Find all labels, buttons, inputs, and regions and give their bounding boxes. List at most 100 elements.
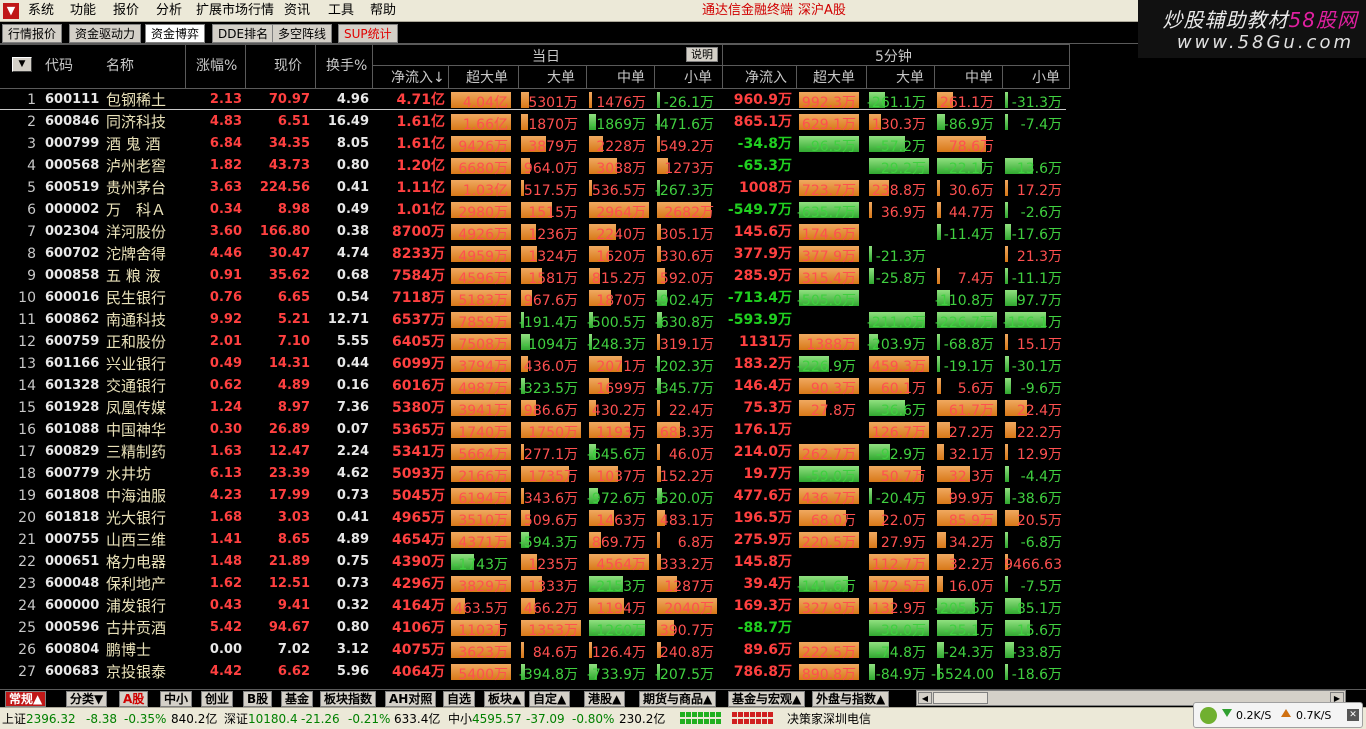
- net-inflow: 6016万: [392, 378, 445, 394]
- bottom-tab[interactable]: 自定▲: [529, 691, 571, 707]
- header-m-order[interactable]: 中单: [617, 67, 645, 87]
- column-menu-button[interactable]: ▼: [12, 57, 32, 72]
- scroll-left-icon[interactable]: ◀: [918, 692, 932, 704]
- outflow-bar: [869, 664, 875, 680]
- app-logo-icon[interactable]: ▼: [3, 3, 19, 19]
- header-l-order[interactable]: 大单: [547, 67, 575, 87]
- header-m-order-5m[interactable]: 中单: [965, 67, 993, 87]
- table-row[interactable]: 12 600759 正和股份 2.01 7.10 5.55 6405万 1131万 7508万 -…: [0, 331, 1070, 353]
- bottom-tab[interactable]: 板块▲: [484, 691, 526, 707]
- bottom-tab[interactable]: 板块指数: [320, 691, 377, 707]
- table-row[interactable]: 18 600779 水井坊 6.13 23.39 4.62 5093万 19.7万 2166万 1…: [0, 463, 1070, 485]
- bottom-tab[interactable]: 基金: [281, 691, 314, 707]
- bottom-tab[interactable]: 自选: [443, 691, 476, 707]
- flow-cell: -17.6万: [1005, 224, 1065, 243]
- flow-cell: 9426万: [451, 136, 511, 155]
- price: 6.65: [277, 290, 310, 305]
- bottom-tab[interactable]: 中小: [160, 691, 193, 707]
- header-s-order[interactable]: 小单: [684, 67, 712, 87]
- table-row[interactable]: 13 601166 兴业银行 0.49 14.31 0.44 6099万 183.2万 3794…: [0, 353, 1070, 375]
- table-row[interactable]: 21 000755 山西三维 1.41 8.65 4.89 4654万 275.9万 4371万…: [0, 529, 1070, 551]
- flow-cell: -902.4万: [655, 290, 717, 309]
- table-row[interactable]: 19 601808 中海油服 4.23 17.99 0.73 5045万 477.6万 6194…: [0, 485, 1070, 507]
- menu-tools[interactable]: 工具: [328, 0, 354, 22]
- table-row[interactable]: 20 601818 光大银行 1.68 3.03 0.41 4965万 196.5万 3510万…: [0, 507, 1070, 529]
- flow-cell: 964.0万: [521, 158, 581, 177]
- table-row[interactable]: 16 601088 中国神华 0.30 26.89 0.07 5365万 176.1万 1740…: [0, 419, 1070, 441]
- menu-function[interactable]: 功能: [70, 0, 96, 22]
- menu-extended-market[interactable]: 扩展市场行情: [196, 0, 274, 22]
- bottom-tab[interactable]: 基金与宏观▲: [728, 691, 806, 707]
- tab-fund-game[interactable]: 资金博弈: [145, 24, 206, 43]
- table-row[interactable]: 3 000799 酒 鬼 酒 6.84 34.35 8.05 1.61亿 -34.8万 9426…: [0, 133, 1070, 155]
- table-row[interactable]: 25 000596 古井贡酒 5.42 94.67 0.80 4106万 -88.7万 1103…: [0, 617, 1070, 639]
- tab-fund-drive[interactable]: 资金驱动力: [69, 24, 142, 43]
- flow-cell: -25.8万: [869, 268, 929, 287]
- broker-server[interactable]: 决策家深圳电信: [787, 708, 871, 729]
- header-net-inflow[interactable]: 净流入↓: [391, 67, 445, 87]
- bottom-tab[interactable]: 创业: [201, 691, 234, 707]
- flow-cell: -635.7万: [797, 202, 859, 221]
- header-name[interactable]: 名称: [106, 55, 134, 75]
- turnover: 4.89: [336, 532, 369, 547]
- menu-news[interactable]: 资讯: [284, 0, 310, 22]
- table-row[interactable]: 15 601928 凤凰传媒 1.24 8.97 7.36 5380万 75.3万 3941万 9…: [0, 397, 1070, 419]
- flow-cell: -202.3万: [655, 356, 717, 375]
- header-xl-order[interactable]: 超大单: [466, 67, 508, 87]
- bottom-tab[interactable]: A股: [119, 691, 149, 707]
- table-row[interactable]: 23 600048 保利地产 1.62 12.51 0.73 4296万 39.4万 3829万…: [0, 573, 1070, 595]
- header-l-order-5m[interactable]: 大单: [896, 67, 924, 87]
- header-code[interactable]: 代码: [45, 55, 73, 75]
- header-price[interactable]: 现价: [274, 55, 302, 75]
- inflow-bar: [937, 268, 940, 284]
- header-change-pct[interactable]: 涨幅%: [196, 55, 237, 75]
- flow-cell: -1743万: [451, 554, 511, 573]
- row-number: 8: [27, 246, 36, 262]
- table-row[interactable]: 14 601328 交通银行 0.62 4.89 0.16 6016万 146.4万 4987万…: [0, 375, 1070, 397]
- table-row[interactable]: 27 600683 京投银泰 4.42 6.62 5.96 4064万 786.8万 5400万…: [0, 661, 1070, 683]
- header-s-order-5m[interactable]: 小单: [1032, 67, 1060, 87]
- flow-cell: 1353万: [521, 620, 581, 639]
- network-icon[interactable]: [1200, 707, 1217, 724]
- bottom-tab[interactable]: 外盘与指数▲: [812, 691, 890, 707]
- menu-analysis[interactable]: 分析: [156, 0, 182, 22]
- bottom-tab[interactable]: 港股▲: [584, 691, 626, 707]
- table-row[interactable]: 11 600862 南通科技 9.92 5.21 12.71 6537万 -593.9万 785…: [0, 309, 1070, 331]
- table-row[interactable]: 24 600000 浦发银行 0.43 9.41 0.32 4164万 169.3万 463.5…: [0, 595, 1070, 617]
- table-row[interactable]: 22 000651 格力电器 1.48 21.89 0.75 4390万 145.8万 -174…: [0, 551, 1070, 573]
- bottom-tab[interactable]: B股: [243, 691, 273, 707]
- table-row[interactable]: 1 600111 包钢稀土 2.13 70.97 4.96 4.71亿 960.9万 4.04亿…: [0, 89, 1070, 111]
- table-row[interactable]: 8 600702 沱牌舍得 4.46 30.47 4.74 8233万 377.9万 4959万…: [0, 243, 1070, 265]
- header-turnover[interactable]: 换手%: [326, 55, 367, 75]
- scroll-thumb[interactable]: [933, 692, 988, 704]
- tab-long-short[interactable]: 多空阵线: [272, 24, 333, 43]
- explain-button[interactable]: 说明: [686, 47, 718, 62]
- header-xl-order-5m[interactable]: 超大单: [813, 67, 855, 87]
- bottom-tab[interactable]: AH对照: [385, 691, 437, 707]
- table-row[interactable]: 10 600016 民生银行 0.76 6.65 0.54 7118万 -713.4万 5183…: [0, 287, 1070, 309]
- tab-quote-list[interactable]: 行情报价: [2, 24, 63, 43]
- menu-quote[interactable]: 报价: [113, 0, 139, 22]
- close-icon[interactable]: ✕: [1347, 709, 1359, 721]
- flow-cell: 5.6万: [937, 378, 997, 397]
- table-row[interactable]: 2 600846 同济科技 4.83 6.51 16.49 1.61亿 865.1万 1.66亿…: [0, 111, 1070, 133]
- table-row[interactable]: 26 600804 鹏博士 0.00 7.02 3.12 4075万 89.6万 3623万 84…: [0, 639, 1070, 661]
- table-row[interactable]: 6 000002 万 科Ａ 0.34 8.98 0.49 1.01亿 -549.7万 2980万…: [0, 199, 1070, 221]
- bottom-tab[interactable]: 常规▲: [5, 691, 47, 707]
- header-net-inflow-5m[interactable]: 净流入: [745, 67, 787, 87]
- table-row[interactable]: 5 600519 贵州茅台 3.63 224.56 0.41 1.11亿 1008万 1.03亿…: [0, 177, 1070, 199]
- menu-help[interactable]: 帮助: [370, 0, 396, 22]
- table-row[interactable]: 9 000858 五 粮 液 0.91 35.62 0.68 7584万 285.9万 4596…: [0, 265, 1070, 287]
- bottom-tab[interactable]: 分类▼: [66, 691, 108, 707]
- table-row[interactable]: 4 000568 泸州老窖 1.82 43.73 0.80 1.20亿 -65.3万 6680万…: [0, 155, 1070, 177]
- stock-name: 水井坊: [106, 465, 152, 483]
- stock-name: 凤凰传媒: [106, 399, 167, 417]
- bottom-tab[interactable]: 期货与商品▲: [639, 691, 717, 707]
- table-row[interactable]: 7 002304 洋河股份 3.60 166.80 0.38 8700万 145.6万 4926…: [0, 221, 1070, 243]
- tab-sup-stats[interactable]: SUP统计: [338, 24, 398, 43]
- table-row[interactable]: 17 600829 三精制药 1.63 12.47 2.24 5341万 214.0万 5664…: [0, 441, 1070, 463]
- flow-cell: -471.6万: [655, 114, 717, 133]
- menu-system[interactable]: 系统: [28, 0, 54, 22]
- tab-dde-rank[interactable]: DDE排名: [212, 24, 275, 43]
- flow-cell: -207.5万: [655, 664, 717, 683]
